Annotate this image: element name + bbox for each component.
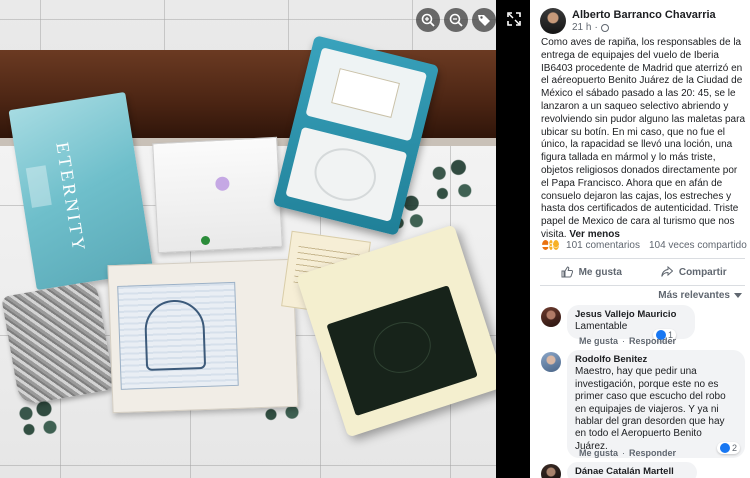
- share-button[interactable]: Compartir: [643, 261, 746, 283]
- post-meta: 21 h ·: [572, 22, 609, 33]
- post-time[interactable]: 21 h: [572, 22, 591, 33]
- sad-reaction-icon: ◡: [551, 239, 561, 251]
- comment-sort-dropdown[interactable]: Más relevantes: [658, 290, 742, 301]
- tag-icon: [478, 15, 490, 26]
- comment-text: Maestro, hay que pedir una investigación…: [575, 366, 726, 452]
- like-label: Me gusta: [578, 266, 622, 278]
- author-avatar[interactable]: [540, 8, 566, 34]
- like-button[interactable]: Me gusta: [540, 261, 643, 283]
- silver-pouch: [1, 280, 115, 406]
- comment-like-link[interactable]: Me gusta: [579, 336, 618, 346]
- chevron-down-icon: [734, 293, 742, 298]
- comment-reply-link[interactable]: Responder: [629, 336, 676, 346]
- white-gift-box: [152, 136, 283, 254]
- zoom-out-icon: [449, 13, 463, 27]
- comment-actions: Me gusta · Responder: [579, 336, 677, 346]
- comment-bubble: Dánae Catalán Martell: [567, 462, 697, 478]
- shares-count[interactable]: 104 veces compartido: [649, 240, 747, 251]
- case-lid: [305, 47, 428, 142]
- commenter-name[interactable]: Rodolfo Benitez: [575, 354, 737, 366]
- figurine-box: [107, 258, 299, 414]
- case-seat: [285, 126, 408, 222]
- comment-item: Dánae Catalán Martell: [541, 462, 745, 478]
- commenter-name[interactable]: Dánae Catalán Martell: [575, 466, 689, 478]
- thumbs-up-icon: [561, 266, 573, 278]
- comments-count[interactable]: 101 comentarios: [566, 240, 640, 251]
- commenter-avatar[interactable]: [541, 352, 561, 372]
- globe-icon: [600, 23, 609, 32]
- zoom-out-button[interactable]: [444, 8, 468, 32]
- comment-actions: Me gusta · Responder: [579, 448, 677, 458]
- post-body: Como aves de rapiña, los responsables de…: [541, 37, 745, 242]
- commenter-name[interactable]: Jesus Vallejo Mauricio: [575, 309, 687, 321]
- divider: [540, 258, 745, 259]
- comment-item: Rodolfo Benitez Maestro, hay que pedir u…: [541, 350, 745, 460]
- perfume-brand-label: ETERNITY: [52, 140, 90, 255]
- knight-drawing: [143, 298, 207, 372]
- comment-bubble: Rodolfo Benitez Maestro, hay que pedir u…: [567, 350, 745, 459]
- fullscreen-expand-icon[interactable]: [507, 12, 521, 26]
- sort-label: Más relevantes: [658, 290, 730, 301]
- post-header: Alberto Barranco Chavarria 21 h ·: [540, 8, 744, 34]
- author-name[interactable]: Alberto Barranco Chavarria: [572, 9, 716, 21]
- post-photo[interactable]: ETERNITY: [0, 0, 496, 478]
- comment-like-link[interactable]: Me gusta: [579, 448, 618, 458]
- floral-tile-pattern: [420, 150, 484, 208]
- divider: [540, 285, 745, 286]
- share-arrow-icon: [661, 266, 673, 277]
- like-reaction-icon: [720, 443, 730, 453]
- reaction-bar[interactable]: ▬ o ◡ 101 comentarios 104 veces comparti…: [541, 238, 747, 252]
- comment-item: Jesus Vallejo Mauricio Lamentable 1 Me g…: [541, 305, 745, 346]
- box-panel: [25, 165, 52, 208]
- comment-text: Lamentable: [575, 321, 628, 333]
- photo-gutter: [496, 0, 530, 478]
- commenter-avatar[interactable]: [541, 307, 561, 327]
- commenter-avatar[interactable]: [541, 464, 561, 478]
- purple-sticker: [215, 176, 230, 192]
- green-sticker: [201, 236, 210, 245]
- comment-reply-link[interactable]: Responder: [629, 448, 676, 458]
- share-label: Compartir: [678, 266, 727, 278]
- zoom-in-icon: [421, 13, 435, 27]
- certificate-card: [331, 68, 400, 119]
- zoom-in-button[interactable]: [416, 8, 440, 32]
- post-text: Como aves de rapiña, los responsables de…: [541, 37, 746, 240]
- tag-photo-button[interactable]: [472, 8, 496, 32]
- post-actions: Me gusta Compartir: [540, 261, 745, 283]
- post-sidebar: Alberto Barranco Chavarria 21 h · Como a…: [530, 0, 750, 478]
- green-felt-insert: [326, 285, 478, 417]
- comment-like-count[interactable]: 2: [717, 442, 741, 454]
